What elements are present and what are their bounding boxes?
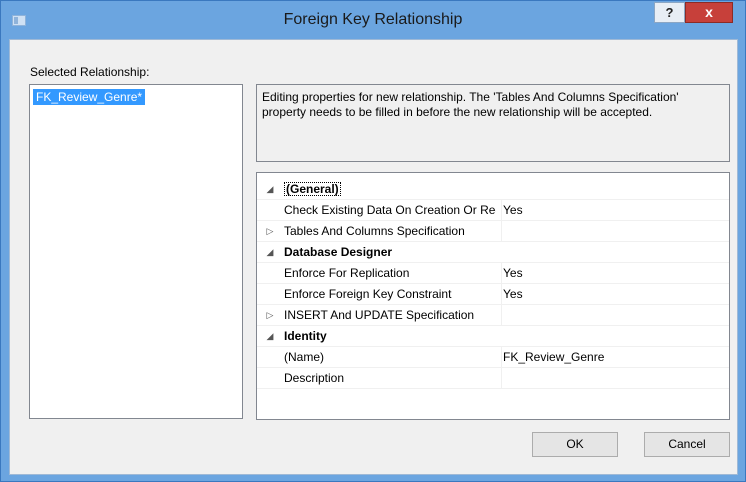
property-name: Enforce For Replication [284,266,410,280]
property-value[interactable]: Yes [501,200,727,221]
expander-placeholder [265,288,275,300]
property-value[interactable]: Yes [501,284,727,305]
expander-placeholder [265,267,275,279]
property-name: Tables And Columns Specification [284,224,465,238]
expander-placeholder [265,351,275,363]
property-name: (Name) [284,350,325,364]
property-row[interactable]: Check Existing Data On Creation Or Re-En… [257,200,729,221]
property-category-row[interactable]: ◢ Database Designer [257,242,729,263]
property-value[interactable]: Yes [501,263,727,284]
collapse-arrow-icon[interactable]: ◢ [265,246,275,258]
property-name-text: (General) [284,182,341,196]
expander-placeholder [265,204,275,216]
close-button[interactable]: x [685,2,733,23]
property-row[interactable]: Description [257,368,729,389]
dialog-body: Selected Relationship: FK_Review_Genre* … [9,39,738,475]
property-value[interactable] [501,368,727,389]
property-value [501,326,727,347]
property-name: Database Designer [284,245,393,259]
collapse-arrow-icon[interactable]: ◢ [265,330,275,342]
selected-relationship-label: Selected Relationship: [30,65,150,79]
relationship-item[interactable]: FK_Review_Genre* [33,89,146,105]
property-row[interactable]: (Name) FK_Review_Genre [257,347,729,368]
dialog-window: Foreign Key Relationship ? x Selected Re… [0,0,746,482]
property-name: Check Existing Data On Creation Or Re-En… [284,203,496,217]
property-name: (General) [284,179,496,200]
expand-arrow-icon[interactable]: ▷ [265,309,275,321]
collapse-arrow-icon[interactable]: ◢ [265,183,275,195]
property-value [501,242,727,263]
property-name: Enforce Foreign Key Constraint [284,287,452,301]
property-category-row[interactable]: ◢ Identity [257,326,729,347]
property-name: Identity [284,329,327,343]
window-title: Foreign Key Relationship [283,11,463,28]
property-value[interactable] [501,221,727,242]
property-value [501,179,727,200]
expander-placeholder [265,372,275,384]
relationship-list[interactable]: FK_Review_Genre* [29,84,243,419]
property-row[interactable]: ▷ Tables And Columns Specification [257,221,729,242]
property-name: Description [284,371,345,385]
property-grid[interactable]: ◢ (General) Check Existing Data On Creatio… [256,172,730,420]
title-bar[interactable]: Foreign Key Relationship ? x [1,1,745,39]
ok-button[interactable]: OK [532,432,618,457]
info-message: Editing properties for new relationship.… [256,84,730,162]
property-category-row[interactable]: ◢ (General) [257,179,729,200]
property-row[interactable]: Enforce Foreign Key Constraint Yes [257,284,729,305]
cancel-button[interactable]: Cancel [644,432,730,457]
property-value[interactable] [501,305,727,326]
property-value[interactable]: FK_Review_Genre [501,347,727,368]
property-row[interactable]: Enforce For Replication Yes [257,263,729,284]
expand-arrow-icon[interactable]: ▷ [265,225,275,237]
help-button[interactable]: ? [654,2,685,23]
property-name: INSERT And UPDATE Specification [284,308,475,322]
property-row[interactable]: ▷ INSERT And UPDATE Specification [257,305,729,326]
